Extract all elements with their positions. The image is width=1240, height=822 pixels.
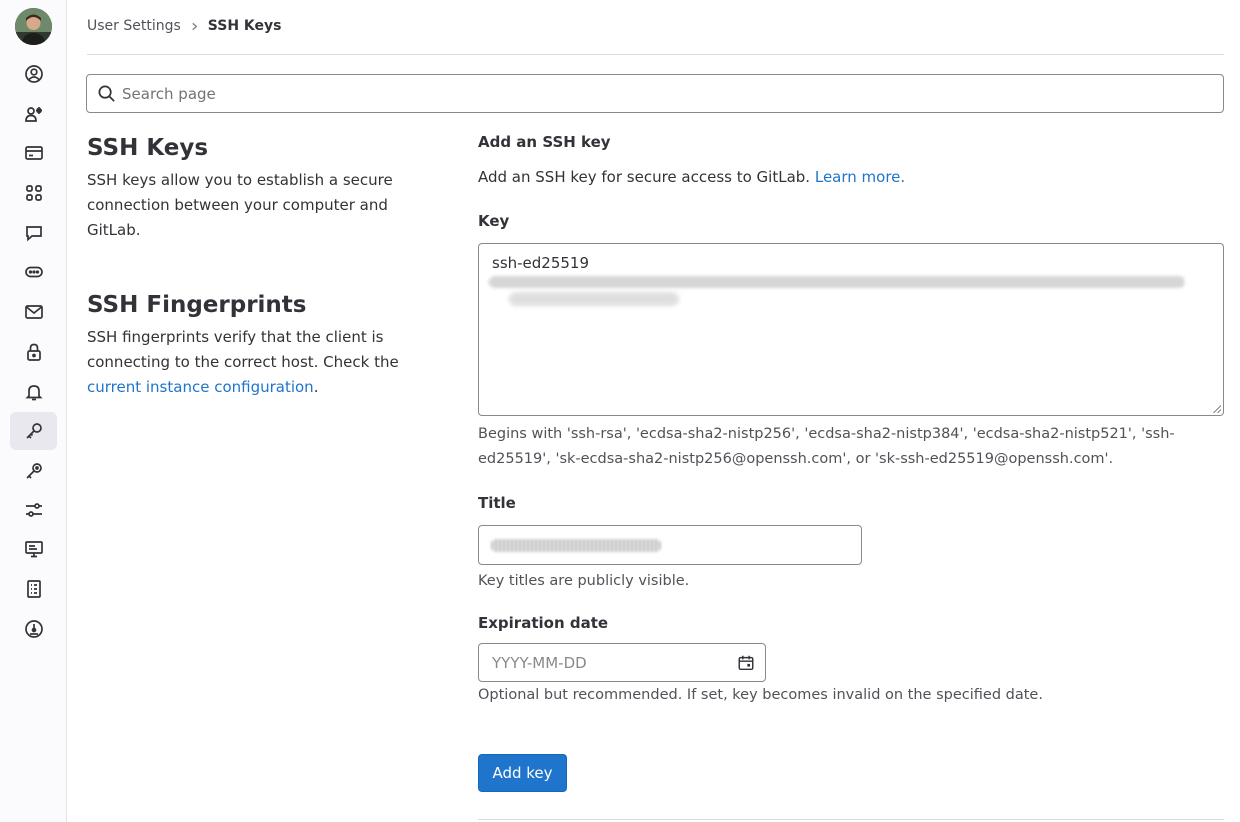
sidebar-item-account[interactable] — [10, 95, 57, 133]
key-value: ssh-ed25519 — [492, 254, 590, 272]
billing-icon — [24, 146, 43, 160]
fingerprints-text-end: . — [313, 378, 319, 396]
learn-more-link[interactable]: Learn more. — [815, 168, 905, 186]
user-avatar[interactable] — [15, 8, 52, 45]
chat-icon — [25, 226, 42, 242]
authentication-log-icon — [26, 580, 41, 598]
ssh-keys-heading: SSH Keys — [87, 135, 209, 161]
key-help-text: Begins with 'ssh-rsa', 'ecdsa-sha2-nistp… — [478, 426, 1175, 467]
fingerprints-text: SSH fingerprints verify that the client … — [87, 328, 399, 371]
sidebar-item-emails[interactable] — [10, 293, 57, 331]
settings-description: SSH Keys SSH keys allow you to establish… — [87, 132, 427, 400]
title-redacted-value — [491, 539, 661, 552]
calendar-icon[interactable] — [737, 654, 755, 672]
instance-configuration-link[interactable]: current instance configuration — [87, 378, 314, 396]
title-label: Title — [478, 494, 516, 512]
access-tokens-icon — [24, 266, 43, 278]
account-icon — [24, 107, 42, 122]
ssh-keys-icon — [25, 423, 42, 439]
usage-quotas-icon — [24, 620, 43, 638]
key-redacted-line-1 — [489, 276, 1185, 288]
breadcrumb-current: SSH Keys — [207, 18, 282, 34]
sidebar-item-active-sessions[interactable] — [10, 530, 57, 568]
ssh-fingerprints-heading: SSH Fingerprints — [87, 292, 307, 318]
emails-icon — [24, 305, 43, 319]
expiration-date-input[interactable] — [492, 653, 722, 672]
form-title: Add an SSH key — [478, 133, 611, 151]
section-divider — [478, 819, 1224, 820]
sidebar-item-gpg-keys[interactable] — [10, 452, 57, 490]
resize-handle[interactable] — [1213, 405, 1221, 413]
key-textarea[interactable]: ssh-ed25519 — [478, 243, 1224, 416]
add-key-button[interactable]: Add key — [478, 754, 567, 792]
sidebar-item-usage-quotas[interactable] — [10, 610, 57, 648]
sidebar-item-preferences[interactable] — [10, 491, 57, 529]
search-icon — [98, 85, 115, 102]
title-input[interactable] — [478, 525, 862, 565]
gpg-keys-icon — [25, 463, 42, 479]
applications-icon — [25, 185, 42, 201]
sidebar-item-billing[interactable] — [10, 134, 57, 172]
expiration-date-field — [478, 643, 766, 682]
title-help-text: Key titles are publicly visible. — [478, 573, 690, 589]
search-box — [86, 74, 1224, 113]
breadcrumb-user-settings[interactable]: User Settings — [87, 18, 181, 34]
password-icon — [26, 343, 41, 361]
form-description: Add an SSH key for secure access to GitL… — [478, 165, 1224, 189]
key-label: Key — [478, 212, 510, 230]
sidebar-item-ssh-keys[interactable] — [10, 412, 57, 450]
ssh-keys-description: SSH keys allow you to establish a secure… — [87, 171, 393, 239]
search-input[interactable] — [122, 84, 1202, 103]
expiration-label: Expiration date — [478, 614, 609, 632]
sidebar-item-authentication-log[interactable] — [10, 570, 57, 608]
preferences-icon — [25, 503, 42, 517]
sidebar-item-profile[interactable] — [10, 55, 57, 93]
ssh-fingerprints-description: SSH fingerprints verify that the client … — [87, 325, 427, 400]
sidebar-item-access-tokens[interactable] — [10, 253, 57, 291]
active-sessions-icon — [24, 541, 43, 558]
notifications-icon — [24, 385, 43, 401]
chevron-right-icon — [190, 22, 199, 31]
header-divider — [87, 54, 1224, 55]
breadcrumb: User Settings SSH Keys — [87, 16, 281, 36]
profile-icon — [24, 65, 43, 83]
sidebar-item-notifications[interactable] — [10, 373, 57, 411]
form-description-text: Add an SSH key for secure access to GitL… — [478, 168, 811, 186]
avatar-image — [15, 8, 52, 45]
expiration-help-text: Optional but recommended. If set, key be… — [478, 687, 1043, 703]
sidebar-item-password[interactable] — [10, 333, 57, 371]
sidebar — [0, 0, 67, 822]
sidebar-item-applications[interactable] — [10, 174, 57, 212]
add-ssh-key-form: Add an SSH key Add an SSH key for secure… — [478, 130, 1224, 792]
sidebar-item-chat[interactable] — [10, 214, 57, 252]
key-redacted-line-2 — [509, 292, 679, 306]
